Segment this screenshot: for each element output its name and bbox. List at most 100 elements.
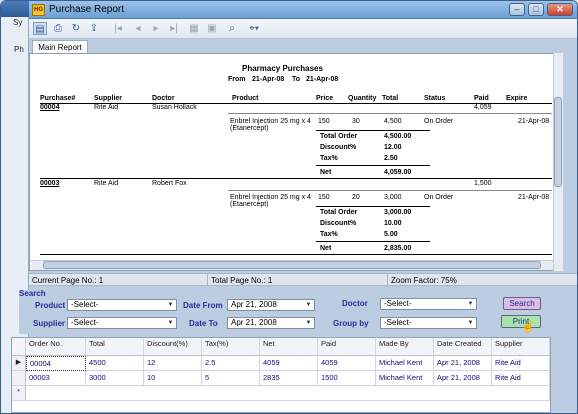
total-order-label: Total Order xyxy=(320,133,358,140)
doctor-label: Doctor xyxy=(342,299,368,308)
table-cell[interactable]: Michael Kent xyxy=(376,356,434,371)
net-label: Net xyxy=(320,169,332,176)
table-cell[interactable]: 4500 xyxy=(86,356,144,371)
table-cell[interactable]: Rite Aid xyxy=(492,356,550,371)
grid-header[interactable]: Date Created xyxy=(434,338,492,356)
grid-header[interactable]: Tax(%) xyxy=(202,338,260,356)
table-cell-order-no[interactable]: 00003 xyxy=(26,371,86,386)
grid-header[interactable]: Paid xyxy=(318,338,376,356)
product-select[interactable]: -Select- ▼ xyxy=(67,299,177,311)
refresh-icon[interactable]: ↻ xyxy=(69,22,83,35)
search-button[interactable]: Search xyxy=(503,297,541,310)
col-header: Quantity xyxy=(348,95,377,102)
status-separator xyxy=(207,274,208,286)
purchase-no: 00003 xyxy=(40,180,60,187)
horizontal-scroll-thumb[interactable] xyxy=(43,261,541,269)
next-page-icon[interactable]: ▸ xyxy=(149,22,163,35)
col-header: Price xyxy=(316,95,334,102)
grid-header[interactable]: Net xyxy=(260,338,318,356)
background-menu-item[interactable]: Sy xyxy=(13,18,22,27)
table-cell[interactable]: Rite Aid xyxy=(492,371,550,386)
supplier-select[interactable]: -Select- ▼ xyxy=(67,317,177,329)
discount-label: Discount% xyxy=(320,220,357,227)
prev-page-icon[interactable]: ◂ xyxy=(131,22,145,35)
product-generic: (Etanercept) xyxy=(230,125,269,132)
export-icon[interactable]: ⇪ xyxy=(87,22,101,35)
zoom-icon[interactable]: ⌖▾ xyxy=(243,22,265,35)
date-to-label: Date To xyxy=(189,319,218,328)
supplier-select-value: -Select- xyxy=(71,318,99,327)
discount-label: Discount% xyxy=(320,144,357,151)
grid-header[interactable]: Discount(%) xyxy=(144,338,202,356)
vertical-scroll-thumb[interactable] xyxy=(554,97,562,187)
supplier: Rite Aid xyxy=(94,180,119,187)
table-cell[interactable]: 1500 xyxy=(318,371,376,386)
find-icon[interactable]: ⌕ xyxy=(225,22,239,35)
price: 150 xyxy=(318,118,330,125)
product: Enbrel Injection 25 mg x 4 xyxy=(230,118,311,125)
table-cell[interactable]: Apr 21, 2008 xyxy=(434,371,492,386)
grid-header[interactable]: Made By xyxy=(376,338,434,356)
col-header: Purchase# xyxy=(40,95,76,102)
col-header: Expire xyxy=(506,95,528,102)
grid-header[interactable]: Total xyxy=(86,338,144,356)
last-page-icon[interactable]: ▸| xyxy=(167,22,181,35)
purchase-report-window: Sy Ph HG Purchase Report ‒ □ ✕ ▤ ⎙ ↻ ⇪ |… xyxy=(0,0,578,414)
group-by-label: Group by xyxy=(333,319,369,328)
product-label: Product xyxy=(35,301,66,310)
doctor: Susan Hollack xyxy=(152,104,197,111)
table-cell[interactable]: 10 xyxy=(144,371,202,386)
table-cell[interactable]: 4059 xyxy=(260,356,318,371)
print-icon[interactable]: ⎙ xyxy=(51,22,65,35)
minimize-button[interactable]: ‒ xyxy=(509,3,525,16)
table-cell[interactable]: 3000 xyxy=(86,371,144,386)
net-rule xyxy=(316,165,430,166)
chevron-down-icon: ▼ xyxy=(167,320,174,326)
chevron-down-icon: ▼ xyxy=(467,301,474,307)
date-to-value: Apr 21, 2008 xyxy=(231,318,277,327)
doctor: Robert Fox xyxy=(152,180,187,187)
close-button[interactable]: ✕ xyxy=(547,3,573,16)
table-cell[interactable]: Michael Kent xyxy=(376,371,434,386)
table-cell[interactable]: Apr 21, 2008 xyxy=(434,356,492,371)
tab-main-report[interactable]: Main Report xyxy=(32,40,88,54)
total: 4,500 xyxy=(384,118,402,125)
col-header: Doctor xyxy=(152,95,175,102)
net-label: Net xyxy=(320,245,332,252)
search-title: Search xyxy=(19,289,46,298)
current-page-status: Current Page No.: 1 xyxy=(32,276,104,285)
net: 2,835.00 xyxy=(384,245,412,252)
row-selector-current[interactable]: ▶ xyxy=(12,356,26,371)
row-selector[interactable] xyxy=(12,371,26,386)
table-cell[interactable]: 2.5 xyxy=(202,356,260,371)
status: On Order xyxy=(424,194,454,201)
window-title: Purchase Report xyxy=(49,4,125,15)
doctor-select[interactable]: -Select- ▼ xyxy=(380,298,477,310)
tax: 5.00 xyxy=(384,231,398,238)
grid-icon[interactable]: ▦ xyxy=(187,22,201,35)
status-separator xyxy=(387,274,388,286)
date-to-picker[interactable]: Apr 21, 2008 ▼ xyxy=(227,317,315,329)
range-from: 21-Apr-08 xyxy=(252,76,285,83)
table-cell[interactable]: 5 xyxy=(202,371,260,386)
table-cell[interactable]: 12 xyxy=(144,356,202,371)
first-page-icon[interactable]: |◂ xyxy=(111,22,125,35)
product-select-value: -Select- xyxy=(71,300,99,309)
new-row[interactable] xyxy=(26,386,550,401)
maximize-button[interactable]: □ xyxy=(528,3,544,16)
row-selector-new[interactable]: * xyxy=(12,386,26,401)
date-from-picker[interactable]: Apr 21, 2008 ▼ xyxy=(227,299,315,311)
page-setup-icon[interactable]: ▤ xyxy=(33,22,47,35)
group-by-select[interactable]: -Select- ▼ xyxy=(380,317,477,329)
supplier-label: Supplier xyxy=(33,319,66,328)
price: 150 xyxy=(318,194,330,201)
group-tree-icon[interactable]: ▣ xyxy=(205,22,219,35)
discount: 10.00 xyxy=(384,220,402,227)
table-cell[interactable]: 2835 xyxy=(260,371,318,386)
grid-header[interactable]: Order No. xyxy=(26,338,86,356)
zoom-status: Zoom Factor: 75% xyxy=(391,276,457,285)
table-cell-order-no[interactable]: 00004 xyxy=(26,356,86,371)
table-cell[interactable]: 4059 xyxy=(318,356,376,371)
mouse-cursor-icon: ☝ xyxy=(521,321,535,333)
grid-header[interactable]: Supplier xyxy=(492,338,550,356)
